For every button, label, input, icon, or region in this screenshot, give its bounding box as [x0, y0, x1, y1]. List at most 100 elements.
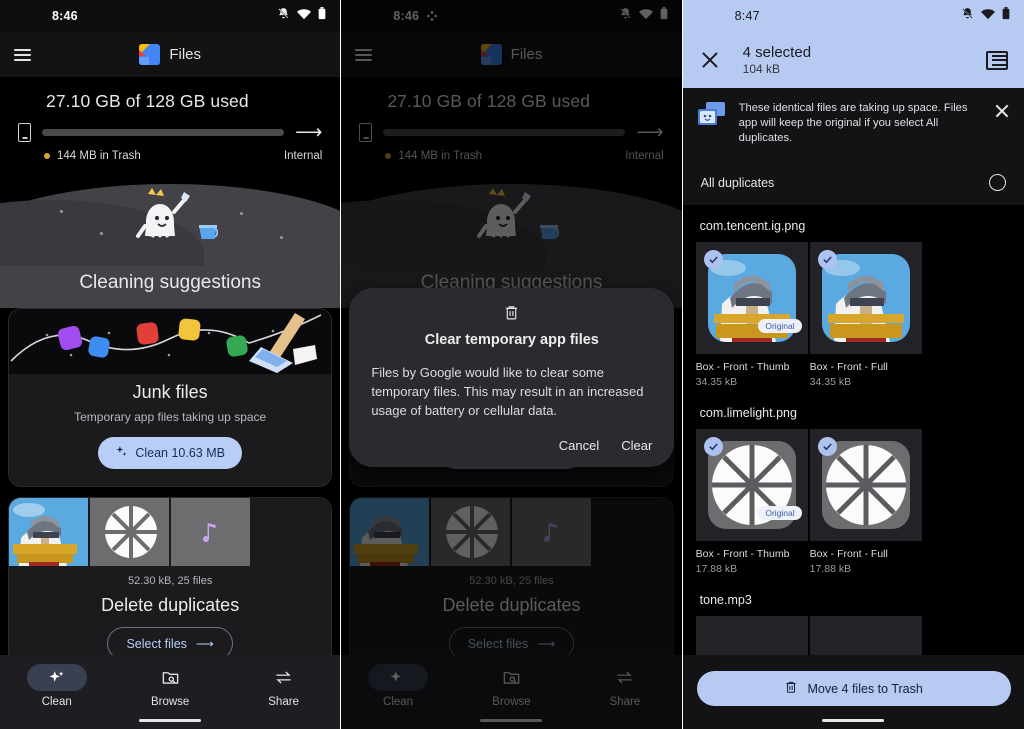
panel-duplicates-selection: 8:47 4 selected 104 kB These identical f… [682, 0, 1024, 729]
all-duplicates-row[interactable]: All duplicates [682, 161, 1024, 205]
folder-search-icon [140, 664, 200, 691]
junk-files-illustration [9, 309, 332, 374]
wifi-icon [980, 7, 995, 25]
bottom-navigation: Clean Browse Share [0, 655, 341, 729]
checkbox-checked-icon[interactable] [817, 437, 837, 456]
duplicate-thumbnail[interactable]: Original [695, 242, 808, 354]
battery-icon [1002, 7, 1010, 25]
duplicate-thumbnail[interactable]: Original [695, 429, 808, 541]
duplicate-grid: Original Box - Front - Thumb 34.35 kB Bo… [683, 242, 1024, 388]
original-badge: Original [758, 319, 802, 333]
pubg-thumbnail [9, 498, 90, 566]
bucket-icon [196, 218, 220, 242]
close-icon[interactable] [994, 103, 1010, 119]
notifications-off-icon [961, 7, 974, 25]
cancel-button[interactable]: Cancel [559, 438, 599, 453]
music-thumbnail [171, 498, 252, 566]
checkbox-checked-icon[interactable] [703, 250, 723, 269]
duplicate-item[interactable]: Box - Front - Full 17.88 kB [809, 429, 922, 575]
duplicate-name: Box - Front - Full [809, 361, 888, 373]
selected-count-label: 4 selected [742, 44, 812, 61]
arrow-right-icon: ⟶ [195, 637, 214, 651]
duplicate-item[interactable]: Original Box - Front - Thumb 17.88 kB [695, 429, 808, 575]
card-subtitle: Temporary app files taking up space [74, 410, 267, 424]
group-filename: com.limelight.png [699, 406, 797, 420]
banner-message: These identical files are taking up spac… [738, 102, 968, 144]
three-panel-screenshot: 8:46 Files 27.10 GB of 128 GB used ⟶ 144… [0, 0, 1024, 729]
nav-label: Share [268, 696, 299, 708]
app-bar: Files [0, 32, 341, 77]
trash-label: 144 MB in Trash [57, 150, 141, 162]
storage-usage-text: 27.10 GB of 128 GB used [46, 91, 249, 111]
duplicate-item[interactable]: Box - Front - Full 34.35 kB [809, 242, 922, 388]
all-duplicates-label: All duplicates [700, 175, 775, 190]
move-to-trash-label: Move 4 files to Trash [807, 681, 923, 696]
gesture-bar [139, 719, 202, 722]
trash-can-icon [371, 304, 652, 326]
storage-summary[interactable]: 27.10 GB of 128 GB used ⟶ 144 MB in Tras… [0, 77, 341, 170]
status-bar-icons [961, 7, 1010, 25]
card-title: Delete duplicates [101, 595, 240, 615]
selected-size-label: 104 kB [742, 62, 781, 76]
limelight-thumbnail [90, 498, 171, 566]
card-delete-duplicates[interactable]: 52.30 kB, 25 files Delete duplicates Sel… [8, 497, 333, 677]
close-icon[interactable] [699, 49, 721, 71]
card-junk-files[interactable]: Junk files Temporary app files taking up… [8, 308, 333, 487]
duplicate-size: 17.88 kB [695, 563, 738, 575]
selection-info: 4 selected 104 kB [743, 44, 811, 76]
duplicate-group: com.limelight.png Original Box - Front -… [683, 392, 1024, 579]
duplicate-thumbnail[interactable] [809, 242, 922, 354]
checkbox-checked-icon[interactable] [817, 250, 837, 269]
app-bar-brand: Files [139, 44, 201, 65]
clear-button[interactable]: Clear [621, 438, 652, 453]
storage-progress-bar [42, 129, 285, 136]
duplicate-files-icon [697, 101, 727, 127]
dialog-body: Files by Google would like to clear some… [371, 365, 644, 418]
selection-app-bar: 4 selected 104 kB [682, 32, 1024, 88]
duplicate-thumbnail[interactable] [809, 429, 922, 541]
checkbox-checked-icon[interactable] [703, 437, 723, 456]
share-arrows-icon [254, 664, 314, 691]
duplicate-name: Box - Front - Thumb [695, 548, 790, 560]
storage-progress-row: ⟶ [18, 123, 322, 142]
duplicate-size: 34.35 kB [809, 376, 852, 388]
status-bar-time: 8:47 [734, 9, 760, 23]
duplicate-size: 34.35 kB [695, 376, 738, 388]
trash-can-icon [784, 680, 798, 697]
nav-item-clean[interactable]: Clean [0, 664, 113, 708]
section-title-cleaning-suggestions: Cleaning suggestions [0, 266, 341, 308]
duplicate-grid: Original Box - Front - Thumb 17.88 kB Bo… [683, 429, 1024, 575]
panel-files-home: 8:46 Files 27.10 GB of 128 GB used ⟶ 144… [0, 0, 341, 729]
trash-dot-icon [44, 153, 50, 159]
status-bar: 8:47 [682, 0, 1024, 32]
list-view-icon[interactable] [985, 50, 1008, 70]
notifications-off-icon [277, 7, 290, 25]
files-logo-icon [139, 44, 161, 65]
group-filename: com.tencent.ig.png [699, 219, 806, 233]
duplicate-item[interactable]: Original Box - Front - Thumb 34.35 kB [695, 242, 808, 388]
clean-button-label: Clean 10.63 MB [135, 446, 225, 460]
duplicate-thumbnail-strip [9, 498, 332, 566]
app-title: Files [169, 46, 201, 63]
original-badge: Original [758, 506, 802, 520]
radio-unchecked-icon[interactable] [988, 174, 1006, 191]
clean-button[interactable]: Clean 10.63 MB [98, 437, 242, 469]
status-bar-time: 8:46 [52, 9, 78, 23]
duplicate-group: com.tencent.ig.png Original Box - Front … [683, 205, 1024, 392]
group-filename: tone.mp3 [699, 593, 752, 607]
arrow-right-icon[interactable]: ⟶ [295, 123, 322, 142]
panel-clear-temp-dialog: 8:46 Files 27.10 GB of 128 GB [341, 0, 682, 729]
phone-icon [18, 123, 31, 142]
pubg-thumbnail [821, 254, 910, 342]
mascot-illustration [0, 170, 341, 266]
storage-location-label: Internal [283, 150, 323, 162]
dialog-title: Clear temporary app files [424, 332, 599, 348]
card-title: Junk files [132, 382, 208, 402]
move-to-trash-button[interactable]: Move 4 files to Trash [696, 671, 1011, 706]
hamburger-menu-icon[interactable] [14, 48, 31, 61]
nav-item-browse[interactable]: Browse [113, 664, 226, 708]
limelight-thumbnail [821, 441, 910, 529]
battery-icon [318, 7, 326, 25]
nav-item-share[interactable]: Share [227, 664, 340, 708]
duplicate-name: Box - Front - Thumb [695, 361, 790, 373]
